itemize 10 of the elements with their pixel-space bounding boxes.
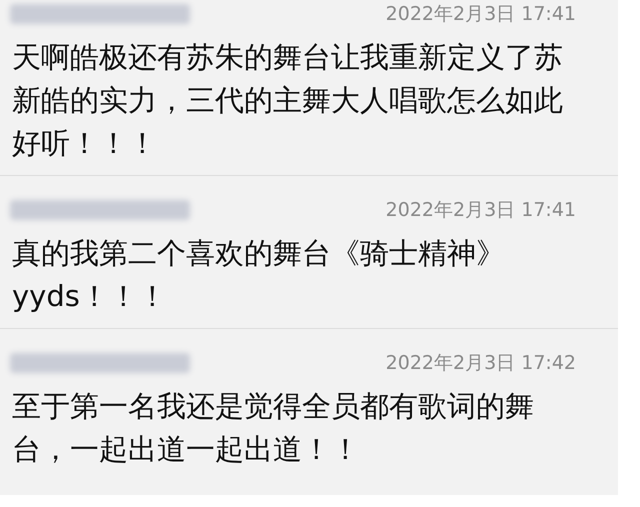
comment-text-line: 真的我第二个喜欢的舞台《骑士精神》 <box>12 235 505 272</box>
comment-time: 2022年2月3日 17:42 <box>386 350 576 376</box>
comment-text-line: 新皓的实力，三代的主舞大人唱歌怎么如此 <box>12 82 563 119</box>
comment-text-line: 台，一起出道一起出道！！ <box>12 431 360 468</box>
comment-text-line: yyds！！！ <box>12 278 167 315</box>
comment-time: 2022年2月3日 17:41 <box>386 198 576 223</box>
comment-time: 2022年2月3日 17:41 <box>386 2 576 27</box>
comment-text-line: 至于第一名我还是觉得全员都有歌词的舞 <box>12 388 534 425</box>
comment-text-line: 好听！！！ <box>12 125 157 162</box>
comment-text-line: 天啊皓极还有苏朱的舞台让我重新定义了苏 <box>12 39 563 76</box>
